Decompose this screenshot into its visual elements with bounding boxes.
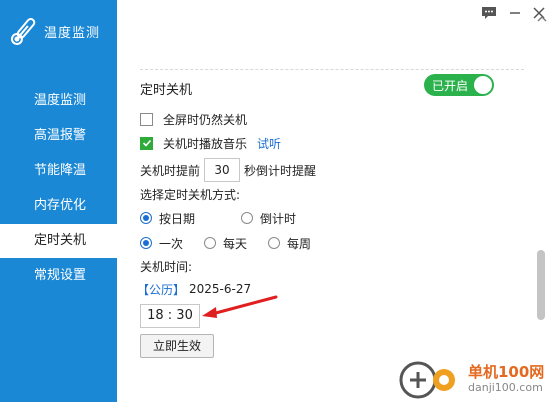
mode-radio-countdown[interactable]: 倒计时	[241, 210, 296, 227]
mode-label: 选择定时关机方式:	[140, 187, 241, 202]
thermometer-icon	[10, 18, 36, 45]
watermark-url: danji100.com	[468, 381, 543, 394]
minimize-button[interactable]	[504, 4, 526, 22]
feedback-button[interactable]	[478, 4, 500, 22]
toggle-label: 已开启	[432, 79, 469, 93]
sidebar: 温度监测 温度监测 高温报警 节能降温 内存优化 定时关机 常规设置	[0, 0, 117, 402]
app-title: 温度监测	[44, 25, 101, 41]
sidebar-item-settings[interactable]: 常规设置	[0, 259, 117, 293]
sidebar-item-high-temp-alarm[interactable]: 高温报警	[0, 119, 117, 153]
mode-label-row: 选择定时关机方式:	[140, 184, 240, 204]
app-header: 温度监测	[8, 14, 100, 48]
shutdown-toggle[interactable]: 已开启	[424, 74, 494, 96]
mode-radio-by-date[interactable]: 按日期	[140, 210, 195, 227]
radio-dot	[268, 237, 281, 249]
music-label: 关机时播放音乐	[163, 136, 248, 151]
radio-label: 一次	[159, 236, 184, 251]
watermark-cn: 单机100网	[468, 363, 545, 381]
red-arrow-annotation	[202, 295, 278, 318]
toggle-knob	[474, 76, 492, 94]
apply-now-button[interactable]: 立即生效	[140, 334, 214, 358]
fullscreen-row: 全屏时仍然关机	[140, 109, 247, 129]
section-divider	[140, 69, 524, 70]
radio-dot	[140, 212, 152, 224]
remind-row: 关机时提前 30 秒倒计时提醒	[140, 158, 316, 182]
sidebar-item-energy-cooling[interactable]: 节能降温	[0, 154, 117, 188]
remind-suffix: 秒倒计时提醒	[244, 163, 317, 178]
scrollbar-thumb[interactable]	[537, 250, 545, 320]
radio-dot	[204, 237, 217, 249]
site-watermark: 单机100网 danji100.com	[398, 360, 544, 400]
radio-dot	[241, 212, 254, 224]
radio-label: 倒计时	[260, 211, 297, 226]
time-label-row: 关机时间:	[140, 256, 192, 276]
freq-radio-daily[interactable]: 每天	[204, 235, 247, 252]
remind-seconds-input[interactable]: 30	[204, 158, 241, 182]
check-icon	[142, 139, 151, 147]
time-label: 关机时间:	[140, 259, 193, 274]
listen-link[interactable]: 试听	[257, 135, 281, 152]
radio-dot	[140, 237, 152, 249]
fullscreen-label: 全屏时仍然关机	[163, 112, 248, 127]
radio-label: 按日期	[159, 211, 196, 226]
music-checkbox[interactable]	[140, 136, 153, 150]
chat-icon	[482, 7, 496, 19]
section-title: 定时关机	[140, 83, 193, 98]
radio-label: 每天	[223, 236, 248, 251]
freq-options-row: 一次 每天 每周	[140, 233, 311, 253]
sidebar-item-temperature[interactable]: 温度监测	[0, 84, 117, 118]
mode-options-row: 按日期 倒计时	[140, 208, 296, 228]
radio-label: 每周	[287, 236, 312, 251]
shutdown-time-input[interactable]: 18 : 30	[140, 304, 200, 328]
minimize-icon	[510, 12, 520, 14]
fullscreen-checkbox[interactable]	[140, 112, 153, 126]
scroll-up-icon[interactable]	[537, 14, 547, 24]
watermark-text: 单机100网 danji100.com	[468, 364, 544, 396]
freq-radio-weekly[interactable]: 每周	[268, 235, 311, 252]
calendar-type-tag[interactable]: 【公历】	[137, 281, 185, 298]
remind-prefix: 关机时提前	[140, 163, 201, 178]
music-row: 关机时播放音乐 试听	[140, 133, 281, 153]
sidebar-item-memory[interactable]: 内存优化	[0, 189, 117, 223]
sidebar-item-shutdown[interactable]: 定时关机	[0, 224, 117, 258]
watermark-logo	[399, 361, 455, 399]
freq-radio-once[interactable]: 一次	[140, 235, 183, 252]
